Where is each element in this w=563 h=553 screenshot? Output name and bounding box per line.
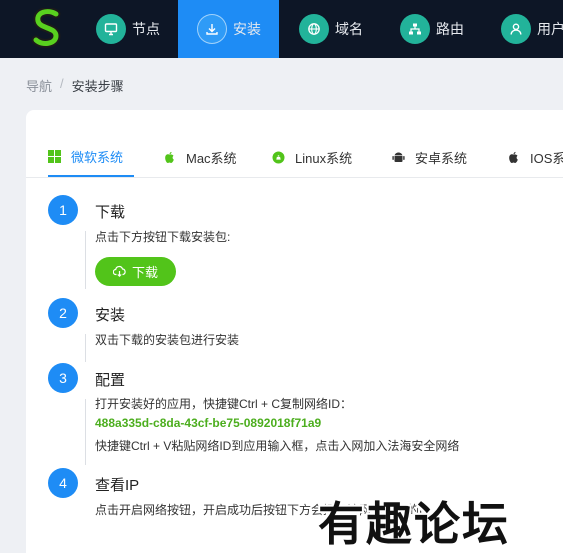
nav-item-domain[interactable]: 域名 xyxy=(290,0,374,58)
nav-item-install[interactable]: 安装 xyxy=(178,0,279,58)
step-description: 打开安装好的应用，快捷键Ctrl + C复制网络ID： xyxy=(95,397,353,411)
nav-label: 域名 xyxy=(335,21,363,37)
tab-windows[interactable]: 微软系统 xyxy=(48,138,134,177)
forum-watermark: 有趣论坛 xyxy=(318,497,510,551)
step-connector xyxy=(85,334,86,362)
tab-label: 微软系统 xyxy=(71,150,124,165)
apple-icon xyxy=(509,151,518,163)
step-number: 3 xyxy=(48,363,78,393)
nav-item-users[interactable]: 用户 xyxy=(493,0,563,58)
step-connector xyxy=(85,231,86,289)
tab-mac[interactable]: Mac系统 xyxy=(163,138,237,177)
tab-android[interactable]: 安卓系统 xyxy=(392,138,467,177)
top-navbar: 节点 安装 域名 路由 用户 xyxy=(0,0,563,58)
apple-icon xyxy=(165,151,174,163)
step-description: 双击下载的安装包进行安装 xyxy=(95,333,240,347)
nav-item-nodes[interactable]: 节点 xyxy=(88,0,172,58)
user-icon xyxy=(501,14,531,44)
download-icon xyxy=(197,14,227,44)
windows-icon xyxy=(48,150,61,163)
download-button-label: 下载 xyxy=(131,265,158,280)
tab-ios[interactable]: IOS系 xyxy=(507,138,563,177)
step-connector xyxy=(85,399,86,465)
nav-item-route[interactable]: 路由 xyxy=(392,0,476,58)
tab-label: Mac系统 xyxy=(186,151,237,166)
step-description-2: 快捷键Ctrl + V粘贴网络ID到应用输入框，点击入网加入法海安全网络 xyxy=(95,439,460,453)
step-title: 查看IP xyxy=(95,477,140,494)
monitor-icon xyxy=(96,14,126,44)
tab-label: Linux系统 xyxy=(295,151,353,166)
android-icon xyxy=(392,152,405,162)
step-number: 4 xyxy=(48,468,78,498)
step-title: 安装 xyxy=(95,307,126,324)
logo-icon[interactable] xyxy=(30,8,64,48)
download-button[interactable]: 下载 xyxy=(95,257,176,286)
nav-label: 路由 xyxy=(436,21,464,37)
step-title: 配置 xyxy=(95,372,126,389)
install-card: 微软系统 Mac系统 Linux系统 安卓系统 IOS系 1 下载 点击下方按钮… xyxy=(26,110,563,553)
step-title: 下载 xyxy=(95,204,126,221)
breadcrumb-separator: / xyxy=(60,76,64,91)
breadcrumb-current: 安装步骤 xyxy=(71,79,124,94)
nav-label: 节点 xyxy=(132,21,160,37)
tab-linux[interactable]: Linux系统 xyxy=(272,138,352,177)
step-description: 点击下方按钮下载安装包: xyxy=(95,230,231,244)
nav-label: 安装 xyxy=(233,21,261,37)
network-id[interactable]: 488a335d-c8da-43cf-be75-0892018f71a9 xyxy=(95,416,321,430)
tab-label: IOS系 xyxy=(530,151,563,166)
step-number: 2 xyxy=(48,298,78,328)
network-icon xyxy=(400,14,430,44)
linux-icon xyxy=(272,151,285,164)
breadcrumb: 导航 / 安装步骤 xyxy=(26,76,124,95)
os-tabs: 微软系统 Mac系统 Linux系统 安卓系统 IOS系 xyxy=(26,138,563,178)
step-number: 1 xyxy=(48,195,78,225)
globe-icon xyxy=(299,14,329,44)
tab-label: 安卓系统 xyxy=(415,151,468,166)
cloud-download-icon xyxy=(112,265,126,278)
breadcrumb-root[interactable]: 导航 xyxy=(26,76,52,95)
nav-label: 用户 xyxy=(537,21,563,37)
